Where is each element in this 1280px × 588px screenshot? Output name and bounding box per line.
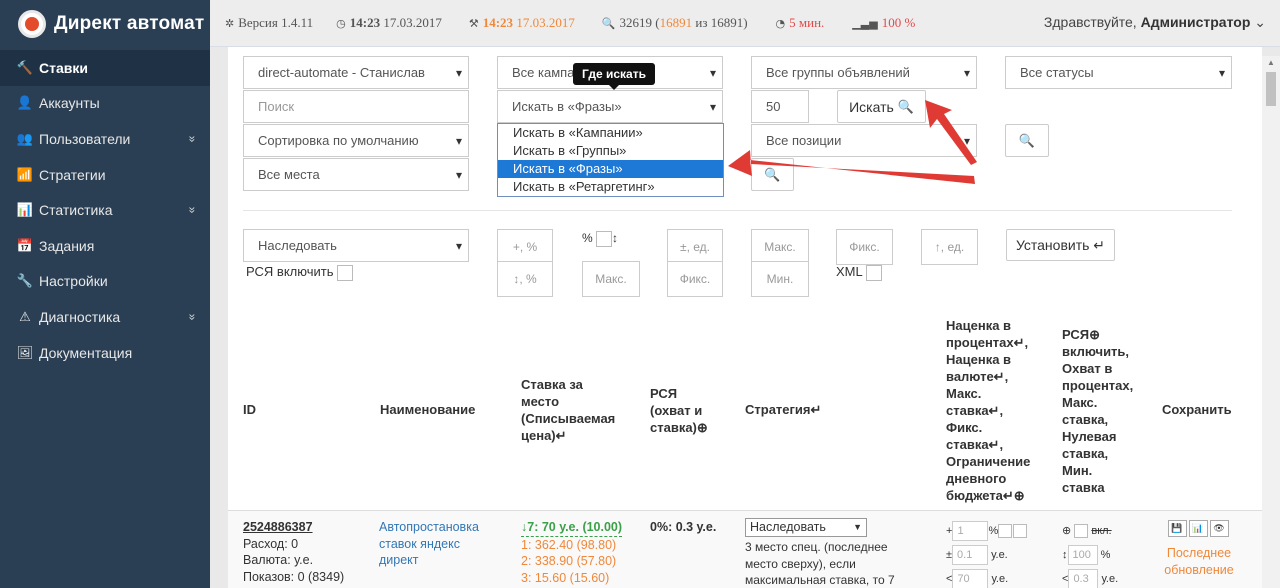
annotation-arrows <box>728 100 977 184</box>
scroll-up-icon[interactable]: ▲ <box>1267 58 1275 67</box>
scrollbar[interactable]: ▲ <box>1262 56 1280 588</box>
arrow-to-search-button <box>925 100 977 165</box>
arrow-to-dropdown <box>728 150 975 184</box>
scroll-thumb[interactable] <box>1266 72 1276 106</box>
